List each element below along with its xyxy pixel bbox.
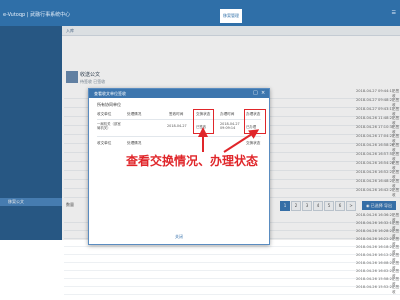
row-date: 2018-04-26 16:08:21 xyxy=(356,261,395,265)
menu-icon[interactable]: ☰ xyxy=(392,10,396,16)
top-tab-10[interactable] xyxy=(268,9,290,23)
top-tab-1[interactable] xyxy=(52,9,74,23)
column-handler-2: 处理情况 xyxy=(127,141,142,145)
close-icon[interactable]: × xyxy=(261,91,265,96)
dialog-close-link[interactable]: 关闭 xyxy=(175,234,183,240)
column-unit: 收文单位 xyxy=(97,112,112,116)
column-unit-2: 收文单位 xyxy=(97,141,112,145)
cell-unit: 一局机关（部室局机关） xyxy=(97,122,121,131)
row-date: 2018-04-26 16:02:21 xyxy=(356,269,395,273)
maximize-icon[interactable]: □ xyxy=(253,91,258,96)
top-tab-2[interactable] xyxy=(76,9,98,23)
app-window: e-Vutoqp | 武融行事系统中心 移案管理 ☰ 移案公文 入库 收送公文 … xyxy=(0,0,400,300)
column-exchange-2: 交换状态 xyxy=(246,141,261,145)
top-nav-tabs: 移案管理 xyxy=(52,9,316,23)
top-tab-6[interactable] xyxy=(172,9,194,23)
dialog-title: 查看收文单位签收 xyxy=(94,91,126,96)
top-tab-5[interactable] xyxy=(148,9,170,23)
divider xyxy=(97,119,261,120)
section-label: 所有协同单位 xyxy=(97,102,121,107)
exchange-status-highlight xyxy=(193,109,214,134)
top-tab-11[interactable] xyxy=(292,9,314,23)
column-handler: 处理情况 xyxy=(127,112,142,116)
row-status: 已签收 xyxy=(392,285,400,294)
row-date: 2018-04-26 15:58:21 xyxy=(356,277,395,281)
top-tab-3[interactable] xyxy=(100,9,122,23)
column-handle-time: 办理时间 xyxy=(220,112,235,116)
annotation-text: 查看交换情况、办理状态 xyxy=(126,154,259,168)
top-tab-case-management[interactable]: 移案管理 xyxy=(220,9,242,23)
dialog-header: 查看收文单位签收 □ × xyxy=(89,89,269,98)
row-date: 2018-04-26 15:52:21 xyxy=(356,285,395,289)
top-tab-4[interactable] xyxy=(124,9,146,23)
handle-status-highlight xyxy=(244,109,266,134)
column-sign-time: 签收时间 xyxy=(169,112,184,116)
cell-handle-time: 2018-04-27 09:09:14 xyxy=(220,122,240,131)
list-row[interactable]: 2018-04-26 15:52:21 已签收 xyxy=(64,285,400,295)
divider xyxy=(97,136,261,137)
top-bar: e-Vutoqp | 武融行事系统中心 移案管理 ☰ xyxy=(0,0,400,26)
row-date: 2018-04-26 16:18:21 xyxy=(356,245,395,249)
row-date: 2018-04-26 16:12:21 xyxy=(356,253,395,257)
cell-sign-time: 2018-04-27 xyxy=(167,124,187,128)
top-tab-9[interactable] xyxy=(244,9,266,23)
top-tab-7[interactable] xyxy=(196,9,218,23)
